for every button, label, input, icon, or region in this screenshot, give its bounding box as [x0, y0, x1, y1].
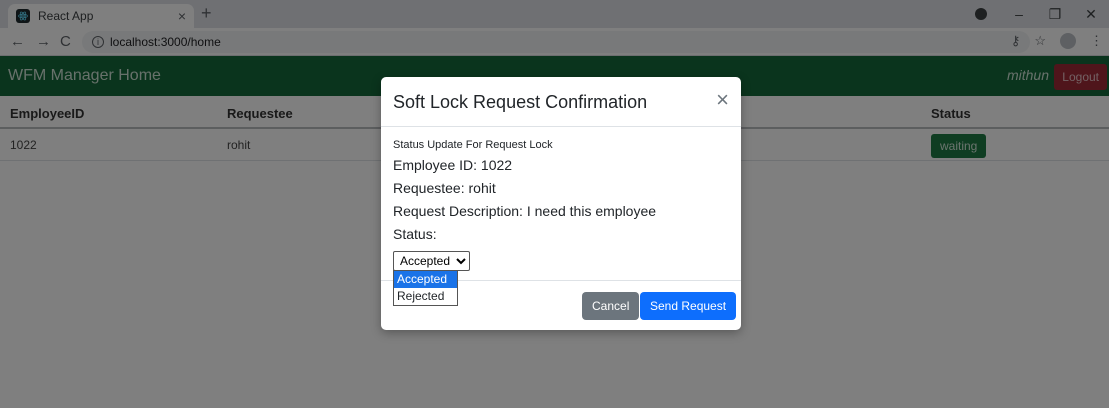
option-accepted[interactable]: Accepted [394, 271, 457, 288]
description-text: Request Description: I need this employe… [393, 203, 657, 219]
close-icon[interactable]: × [716, 89, 729, 111]
confirmation-modal: Soft Lock Request Confirmation × Status … [381, 77, 741, 330]
send-request-button[interactable]: Send Request [640, 292, 737, 320]
employee-id-text: Employee ID: 1022 [393, 157, 513, 173]
modal-header: Soft Lock Request Confirmation × [381, 77, 741, 127]
modal-title: Soft Lock Request Confirmation [393, 92, 648, 112]
status-dropdown-list: Accepted Rejected [393, 270, 458, 306]
modal-body: Status Update For Request Lock Employee … [393, 139, 729, 271]
requestee-text: Requestee: rohit [393, 180, 496, 196]
cancel-button[interactable]: Cancel [582, 292, 640, 320]
modal-subtitle: Status Update For Request Lock [393, 139, 553, 151]
status-label: Status: [393, 226, 437, 242]
status-select[interactable]: Accepted [393, 251, 470, 271]
option-rejected[interactable]: Rejected [394, 288, 457, 305]
